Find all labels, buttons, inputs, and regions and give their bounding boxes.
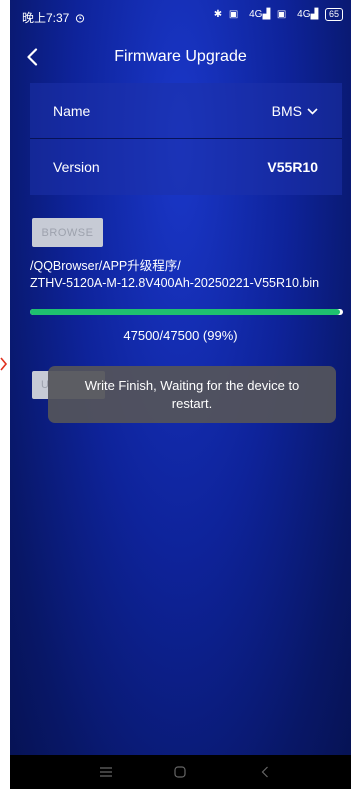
file-path: /QQBrowser/APP升级程序/ ZTHV-5120A-M-12.8V40… [30, 259, 320, 290]
progress-text: 47500/47500 (99%) [123, 328, 238, 343]
nav-back-button[interactable] [255, 764, 275, 780]
page-title: Firmware Upgrade [114, 48, 247, 65]
version-value: V55R10 [267, 159, 318, 175]
browse-button[interactable]: BROWSE [32, 218, 103, 247]
battery-icon: 65 [324, 8, 343, 21]
name-value: BMS [271, 103, 302, 119]
status-bar: 晚上7:37 ✱ ▣ 4G▟ ▣ 4G▟ 65 [10, 0, 351, 34]
home-button[interactable] [170, 764, 190, 780]
progress-bar [30, 309, 343, 315]
name-row[interactable]: Name BMS [30, 83, 342, 138]
status-icons: ✱ ▣ 4G▟ ▣ 4G▟ 65 [210, 8, 343, 21]
hd-icon-2: ▣ [276, 9, 287, 20]
nav-back-icon [261, 766, 268, 778]
name-dropdown[interactable]: BMS [272, 103, 318, 119]
chevron-down-icon [307, 107, 318, 115]
side-marker-icon [0, 357, 8, 371]
progress-fill [30, 309, 340, 315]
navigation-bar [10, 755, 351, 789]
info-card: Name BMS Version V55R10 [30, 83, 342, 195]
phone-screen: 晚上7:37 ✱ ▣ 4G▟ ▣ 4G▟ 65 Firmware Upgrade… [10, 0, 351, 789]
alarm-icon [75, 14, 84, 23]
status-time: 晚上7:37 [22, 9, 85, 26]
header: Firmware Upgrade [10, 38, 351, 78]
name-label: Name [53, 103, 91, 119]
home-icon [174, 766, 186, 778]
menu-button[interactable] [96, 764, 116, 780]
bluetooth-icon: ✱ [213, 9, 223, 20]
toast-message: Write Finish, Waiting for the device to … [48, 366, 336, 423]
hd-icon: ▣ [228, 9, 239, 20]
signal-icon-1: 4G▟ [249, 9, 271, 20]
signal-icon-2: 4G▟ [297, 9, 319, 20]
version-label: Version [53, 159, 100, 175]
menu-icon [100, 767, 112, 777]
version-row: Version V55R10 [30, 139, 342, 194]
